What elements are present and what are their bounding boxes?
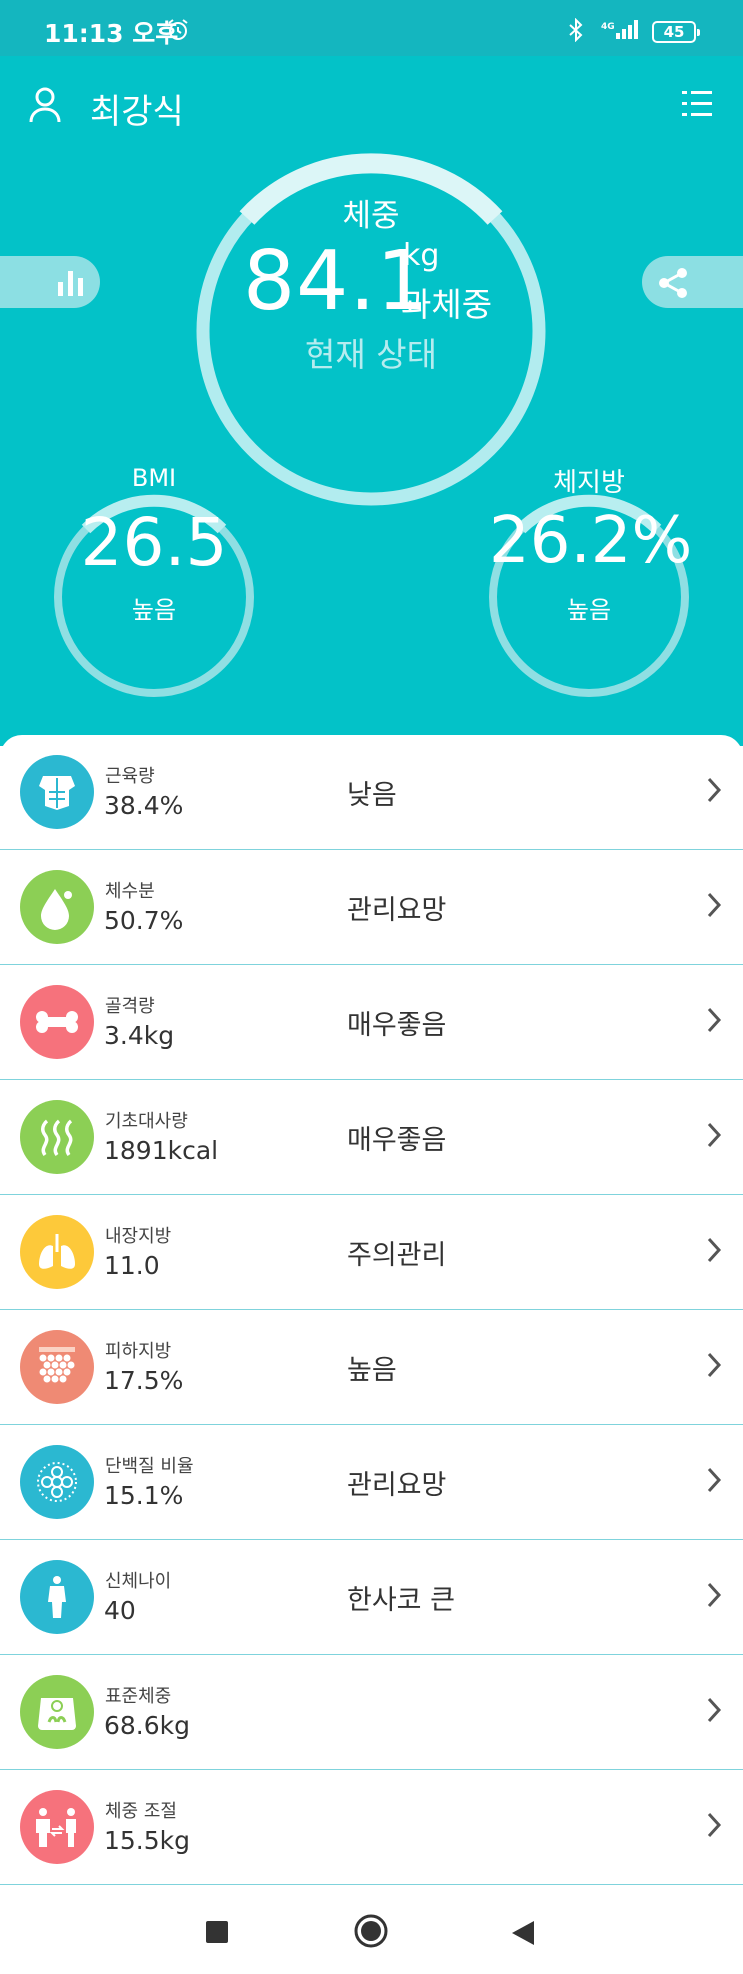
status-time: 11:13 오후 <box>44 19 179 48</box>
home-icon[interactable] <box>354 1914 388 1952</box>
weight-status: 과체중 <box>401 285 493 324</box>
metrics-list: 근육량 38.4% 낮음 체수분 50.7% 관리요망 골격량 3.4kg 매우좋음 기초대사량 1… <box>0 735 743 1885</box>
metric-value: 15.5kg <box>104 1826 191 1855</box>
bmi-level: 높음 <box>131 596 177 624</box>
metric-value: 17.5% <box>104 1366 184 1395</box>
metric-row[interactable]: 기초대사량 1891kcal 매우좋음 <box>0 1080 743 1195</box>
metric-level: 낮음 <box>347 780 397 811</box>
chevron-right-icon[interactable] <box>706 776 722 808</box>
chevron-right-icon[interactable] <box>706 1466 722 1498</box>
alarm-icon <box>166 18 190 46</box>
chevron-right-icon[interactable] <box>706 1351 722 1383</box>
status-bar: 11:13 오후 4G 45 <box>0 0 743 56</box>
metric-level: 매우좋음 <box>347 1010 447 1041</box>
metric-row[interactable]: 체중 조절 15.5kg <box>0 1770 743 1885</box>
metric-name: 단백질 비율 <box>105 1456 194 1477</box>
summary-panel: 최강식 <box>0 56 743 746</box>
metric-value: 1891kcal <box>104 1136 219 1165</box>
metric-name: 표준체중 <box>105 1686 172 1707</box>
chevron-right-icon[interactable] <box>706 1581 722 1613</box>
metric-icon-circle <box>20 1445 94 1519</box>
muscle-icon <box>39 776 75 810</box>
chevron-right-icon[interactable] <box>706 1006 722 1038</box>
metric-row[interactable]: 피하지방 17.5% 높음 <box>0 1310 743 1425</box>
metric-level: 매우좋음 <box>347 1125 447 1156</box>
metric-icon-circle <box>20 1330 94 1404</box>
metric-icon-circle <box>20 1560 94 1634</box>
bmi-label: BMI <box>131 464 177 492</box>
back-icon[interactable] <box>510 1919 536 1951</box>
chevron-right-icon[interactable] <box>706 1121 722 1153</box>
bmi-value: 26.5 <box>80 504 228 581</box>
body-fat-value: 26.2% <box>489 504 693 578</box>
lungs-icon <box>39 1234 75 1269</box>
weight-unit: kg <box>403 238 440 273</box>
share-icon <box>659 268 687 298</box>
user-name[interactable]: 최강식 <box>90 84 184 133</box>
metric-level: 한사코 큰 <box>347 1585 455 1616</box>
metric-name: 신체나이 <box>105 1571 172 1592</box>
metric-level: 높음 <box>347 1355 397 1386</box>
battery-icon: 45 <box>652 21 700 43</box>
chevron-right-icon[interactable] <box>706 1811 722 1843</box>
metric-value: 3.4kg <box>104 1021 175 1050</box>
metric-icon-circle <box>20 870 94 944</box>
metric-row[interactable]: 골격량 3.4kg 매우좋음 <box>0 965 743 1080</box>
metric-name: 골격량 <box>105 996 155 1017</box>
share-button[interactable] <box>642 256 743 308</box>
chart-button[interactable] <box>0 256 100 308</box>
metric-value: 50.7% <box>104 906 184 935</box>
metric-value: 11.0 <box>104 1251 160 1280</box>
metric-icon-circle <box>20 1100 94 1174</box>
weight-label: 체중 <box>342 198 400 234</box>
body-fat-label: 체지방 <box>553 468 625 498</box>
weight-control-icon <box>36 1808 76 1847</box>
protein-icon <box>37 1462 77 1502</box>
user-icon[interactable] <box>28 86 62 128</box>
fat-cells-icon <box>39 1347 75 1383</box>
metric-name: 근육량 <box>105 766 155 787</box>
metric-row[interactable]: 표준체중 68.6kg <box>0 1655 743 1770</box>
metric-row[interactable]: 근육량 38.4% 낮음 <box>0 735 743 850</box>
current-state-label: 현재 상태 <box>305 335 437 374</box>
metric-name: 내장지방 <box>105 1226 172 1247</box>
metric-name: 체수분 <box>105 881 155 902</box>
metric-row[interactable]: 체수분 50.7% 관리요망 <box>0 850 743 965</box>
bone-icon <box>36 1011 78 1033</box>
recents-icon[interactable] <box>205 1920 229 1948</box>
metric-row[interactable]: 신체나이 40 한사코 큰 <box>0 1540 743 1655</box>
metric-icon-circle <box>20 1790 94 1864</box>
metric-value: 15.1% <box>104 1481 184 1510</box>
scale-icon <box>38 1698 76 1730</box>
signal-icon <box>613 17 643 45</box>
metric-value: 68.6kg <box>104 1711 191 1740</box>
heat-waves-icon <box>41 1119 73 1157</box>
metric-icon-circle <box>20 985 94 1059</box>
metric-row[interactable]: 단백질 비율 15.1% 관리요망 <box>0 1425 743 1540</box>
chevron-right-icon[interactable] <box>706 1236 722 1268</box>
chevron-right-icon[interactable] <box>706 891 722 923</box>
metric-icon-circle <box>20 1675 94 1749</box>
metric-row[interactable]: 내장지방 11.0 주의관리 <box>0 1195 743 1310</box>
metric-value: 40 <box>104 1596 136 1625</box>
water-drop-icon <box>41 889 72 930</box>
metric-level: 주의관리 <box>347 1240 447 1271</box>
metric-name: 체중 조절 <box>105 1801 177 1822</box>
metric-name: 피하지방 <box>105 1341 172 1362</box>
chevron-right-icon[interactable] <box>706 1696 722 1728</box>
list-menu-icon[interactable] <box>682 90 712 122</box>
body-icon <box>48 1576 66 1618</box>
metric-value: 38.4% <box>104 791 184 820</box>
body-fat-level: 높음 <box>566 596 612 624</box>
metric-icon-circle <box>20 1215 94 1289</box>
metric-level: 관리요망 <box>347 895 447 926</box>
navigation-bar <box>0 1885 743 1974</box>
metric-name: 기초대사량 <box>105 1111 188 1132</box>
bluetooth-icon <box>568 17 584 46</box>
bar-chart-icon <box>58 271 83 296</box>
metric-level: 관리요망 <box>347 1470 447 1501</box>
metric-icon-circle <box>20 755 94 829</box>
